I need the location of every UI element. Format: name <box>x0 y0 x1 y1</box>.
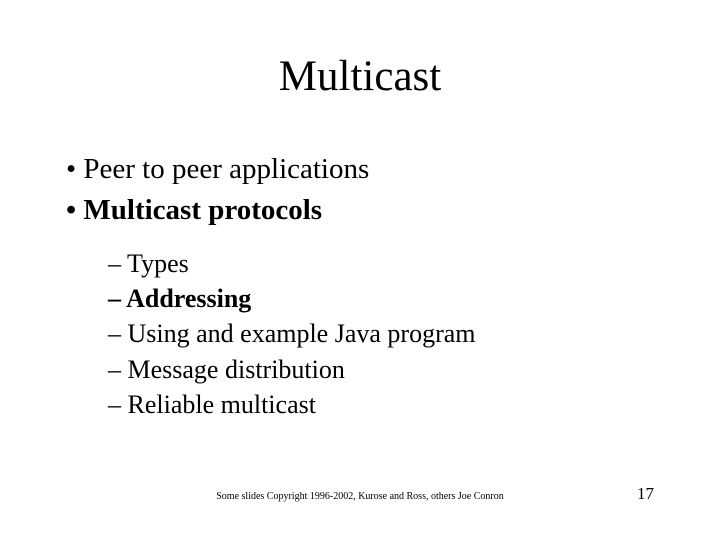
slide-title: Multicast <box>0 52 720 101</box>
bullet-text: Using and example Java program <box>128 319 476 348</box>
bullet-l1: Peer to peer applications <box>66 150 646 189</box>
slide-content: Peer to peer applications Multicast prot… <box>66 150 646 422</box>
bullet-l2: Types <box>108 246 646 281</box>
bullet-l1: Multicast protocols <box>66 191 646 230</box>
spacer <box>66 232 646 246</box>
bullet-text: Reliable multicast <box>128 390 316 419</box>
bullet-text: Addressing <box>126 284 251 313</box>
bullet-text: Multicast protocols <box>83 194 322 226</box>
bullet-l2: Addressing <box>108 281 646 316</box>
bullet-text: Message distribution <box>128 355 345 384</box>
bullet-l2: Reliable multicast <box>108 387 646 422</box>
bullet-l2: Message distribution <box>108 352 646 387</box>
slide: Multicast Peer to peer applications Mult… <box>0 0 720 540</box>
footer-copyright: Some slides Copyright 1996-2002, Kurose … <box>0 491 720 502</box>
page-number: 17 <box>637 484 654 504</box>
bullet-text: Peer to peer applications <box>83 153 369 185</box>
bullet-text: Types <box>127 249 189 278</box>
bullet-l2: Using and example Java program <box>108 316 646 351</box>
